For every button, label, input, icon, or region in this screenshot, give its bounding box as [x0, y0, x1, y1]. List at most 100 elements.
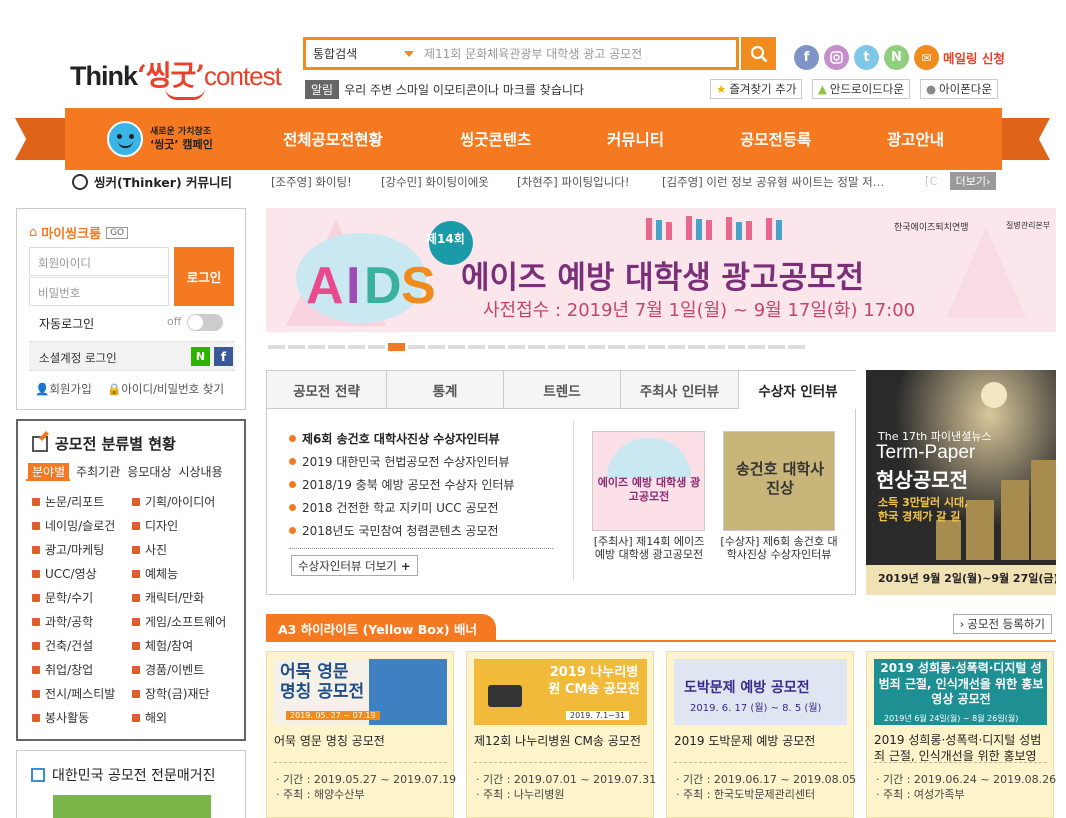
- tab-host-interview[interactable]: 주최사 인터뷰: [621, 371, 739, 409]
- thumb-caption[interactable]: [주최사] 제14회 에이즈 예방 대학생 광고공모전: [589, 535, 709, 561]
- pager-dot[interactable]: [428, 345, 445, 349]
- category-item[interactable]: 경품/이벤트: [132, 661, 204, 678]
- mailing-signup-link[interactable]: ✉ 메일링 신청: [914, 45, 1005, 70]
- category-item[interactable]: 사진: [132, 541, 167, 558]
- category-item[interactable]: 체험/참여: [132, 637, 193, 654]
- interview-more-button[interactable]: 수상자인터뷰 더보기 +: [291, 555, 418, 576]
- iphone-download-button[interactable]: ● 아이폰다운: [920, 79, 998, 99]
- category-item[interactable]: 해외: [132, 709, 167, 726]
- search-input[interactable]: 제11회 문화체육관광부 대학생 광고 공모전: [424, 45, 736, 62]
- pager-dot[interactable]: [688, 345, 705, 349]
- interview-article[interactable]: 2018 건전한 학교 지키미 UCC 공모전: [289, 499, 499, 516]
- password-input[interactable]: 비밀번호: [29, 277, 169, 306]
- thinker-post[interactable]: [C: [925, 174, 938, 188]
- magazine-cover[interactable]: [53, 795, 211, 818]
- campaign-badge[interactable]: 새로운 가치창조 ‘씽굿’ 캠페인: [107, 114, 237, 164]
- join-link[interactable]: 👤회원가입: [35, 381, 92, 397]
- thumb-aids[interactable]: 에이즈 예방 대학생 광고공모전: [592, 431, 705, 531]
- pager-dot[interactable]: [768, 345, 785, 349]
- pager-dot[interactable]: [368, 345, 385, 349]
- category-item[interactable]: 취업/창업: [32, 661, 93, 678]
- category-item[interactable]: 디자인: [132, 517, 178, 534]
- main-banner[interactable]: A I D S 제14회 에이즈 예방 대학생 광고공모전 사전접수 : 201…: [266, 208, 1056, 332]
- interview-article[interactable]: 2018년도 국민참여 청렴콘텐츠 공모전: [289, 522, 499, 539]
- login-button[interactable]: 로그인: [174, 247, 234, 306]
- thinker-more-button[interactable]: 더보기 ›: [950, 172, 996, 190]
- tab-strategy[interactable]: 공모전 전략: [267, 371, 387, 409]
- pager-dot[interactable]: [748, 345, 765, 349]
- contest-card[interactable]: 2019 나누리병원 CM송 공모전 2019. 7.1~31 제12회 나누리…: [466, 651, 656, 818]
- category-item[interactable]: 네이밍/슬로건: [32, 517, 115, 534]
- thinker-community-label[interactable]: 씽커(Thinker) 커뮤니티: [72, 172, 232, 191]
- naver-login-icon[interactable]: N: [191, 347, 210, 366]
- contest-card[interactable]: 도박문제 예방 공모전 2019. 6. 17 (월) ~ 8. 5 (월) 2…: [666, 651, 856, 818]
- category-item[interactable]: 봉사활동: [32, 709, 89, 726]
- nav-register-contest[interactable]: 공모전등록: [740, 108, 811, 170]
- thinker-post[interactable]: [강수민] 화이팅이에옷: [381, 174, 489, 190]
- nav-community[interactable]: 커뮤니티: [607, 108, 664, 170]
- auto-login-toggle[interactable]: [187, 314, 223, 331]
- interview-article[interactable]: 2018/19 충북 예방 공모전 수상자 인터뷰: [289, 476, 514, 493]
- facebook-icon[interactable]: f: [794, 45, 819, 70]
- pager-dot[interactable]: [328, 345, 345, 349]
- facebook-login-icon[interactable]: f: [214, 347, 233, 366]
- thumb-caption[interactable]: [수상자] 제6회 송건호 대학사진상 수상자인터뷰: [719, 535, 839, 561]
- interview-article[interactable]: 2019 대한민국 헌법공모전 수상자인터뷰: [289, 453, 510, 470]
- category-item[interactable]: 광고/마케팅: [32, 541, 104, 558]
- notice-text[interactable]: 우리 주변 스마일 이모티콘이나 마크를 찾습니다: [344, 81, 584, 98]
- pager-dot[interactable]: [268, 345, 285, 349]
- tab-winner-interview[interactable]: 수상자 인터뷰: [739, 371, 857, 409]
- pager-dot[interactable]: [528, 345, 545, 349]
- pager-dot[interactable]: [308, 345, 325, 349]
- interview-article[interactable]: 제6회 송건호 대학사진상 수상자인터뷰: [289, 430, 500, 447]
- thinker-post[interactable]: [차현주] 파이팅입니다!: [517, 174, 629, 190]
- pager-dot[interactable]: [628, 345, 645, 349]
- category-item[interactable]: 논문/리포트: [32, 493, 104, 510]
- category-item[interactable]: 전시/페스티발: [32, 685, 115, 702]
- pager-dot[interactable]: [508, 345, 525, 349]
- go-button[interactable]: GO: [106, 226, 129, 239]
- pager-dot[interactable]: [488, 345, 505, 349]
- contest-card[interactable]: 어묵 영문 명칭 공모전 2019. 05. 27 ~ 07.19 어묵 영문 …: [266, 651, 456, 818]
- thumb-photo-award[interactable]: 송건호 대학사진상: [723, 431, 835, 531]
- nav-all-contests[interactable]: 전체공모전현황: [283, 108, 383, 170]
- pager-dot[interactable]: [548, 345, 565, 349]
- member-id-input[interactable]: 회원아이디: [29, 247, 169, 276]
- pager-dot[interactable]: [588, 345, 605, 349]
- category-item[interactable]: 장학(금)재단: [132, 685, 210, 702]
- register-contest-button[interactable]: › 공모전 등록하기: [952, 614, 1052, 634]
- nav-advertising[interactable]: 광고안내: [887, 108, 944, 170]
- category-item[interactable]: 문학/수기: [32, 589, 93, 606]
- pager-dot[interactable]: [448, 345, 465, 349]
- pager-dot[interactable]: [608, 345, 625, 349]
- twitter-icon[interactable]: t: [854, 45, 879, 70]
- pager-dot[interactable]: [668, 345, 685, 349]
- pager-dot[interactable]: [708, 345, 725, 349]
- tab-host[interactable]: 주최기관: [76, 463, 120, 480]
- android-download-button[interactable]: ▲ 안드로이드다운: [812, 79, 910, 99]
- pager-dot[interactable]: [408, 345, 425, 349]
- pager-dot[interactable]: [568, 345, 585, 349]
- category-item[interactable]: 게임/소프트웨어: [132, 613, 226, 630]
- tab-target[interactable]: 응모대상: [127, 463, 171, 480]
- pager-dot[interactable]: [648, 345, 665, 349]
- category-item[interactable]: 예체능: [132, 565, 178, 582]
- category-item[interactable]: 기획/아이디어: [132, 493, 215, 510]
- tab-statistics[interactable]: 통계: [387, 371, 504, 409]
- pager-dot[interactable]: [388, 343, 405, 351]
- pager-dot[interactable]: [288, 345, 305, 349]
- thinker-post[interactable]: [김주영] 이런 정보 공유형 싸이트는 정말 저…: [662, 174, 894, 190]
- search-category-select[interactable]: 통합검색: [306, 45, 424, 62]
- thinker-post[interactable]: [조주영] 화이팅!: [271, 174, 352, 190]
- naver-icon[interactable]: N: [884, 45, 909, 70]
- term-paper-promo[interactable]: The 17th 파이낸셜뉴스 Term-Paper 현상공모전 소득 3만달러…: [866, 370, 1056, 595]
- pager-dot[interactable]: [788, 345, 805, 349]
- nav-contents[interactable]: 씽굿콘텐츠: [460, 108, 531, 170]
- category-item[interactable]: 건축/건설: [32, 637, 93, 654]
- tab-field[interactable]: 분야별: [28, 463, 70, 480]
- tab-trend[interactable]: 트렌드: [504, 371, 621, 409]
- find-account-link[interactable]: 🔒아이디/비밀번호 찾기: [107, 381, 224, 397]
- tab-prize[interactable]: 시상내용: [178, 463, 222, 480]
- search-button[interactable]: [741, 37, 776, 70]
- category-item[interactable]: 캐릭터/만화: [132, 589, 204, 606]
